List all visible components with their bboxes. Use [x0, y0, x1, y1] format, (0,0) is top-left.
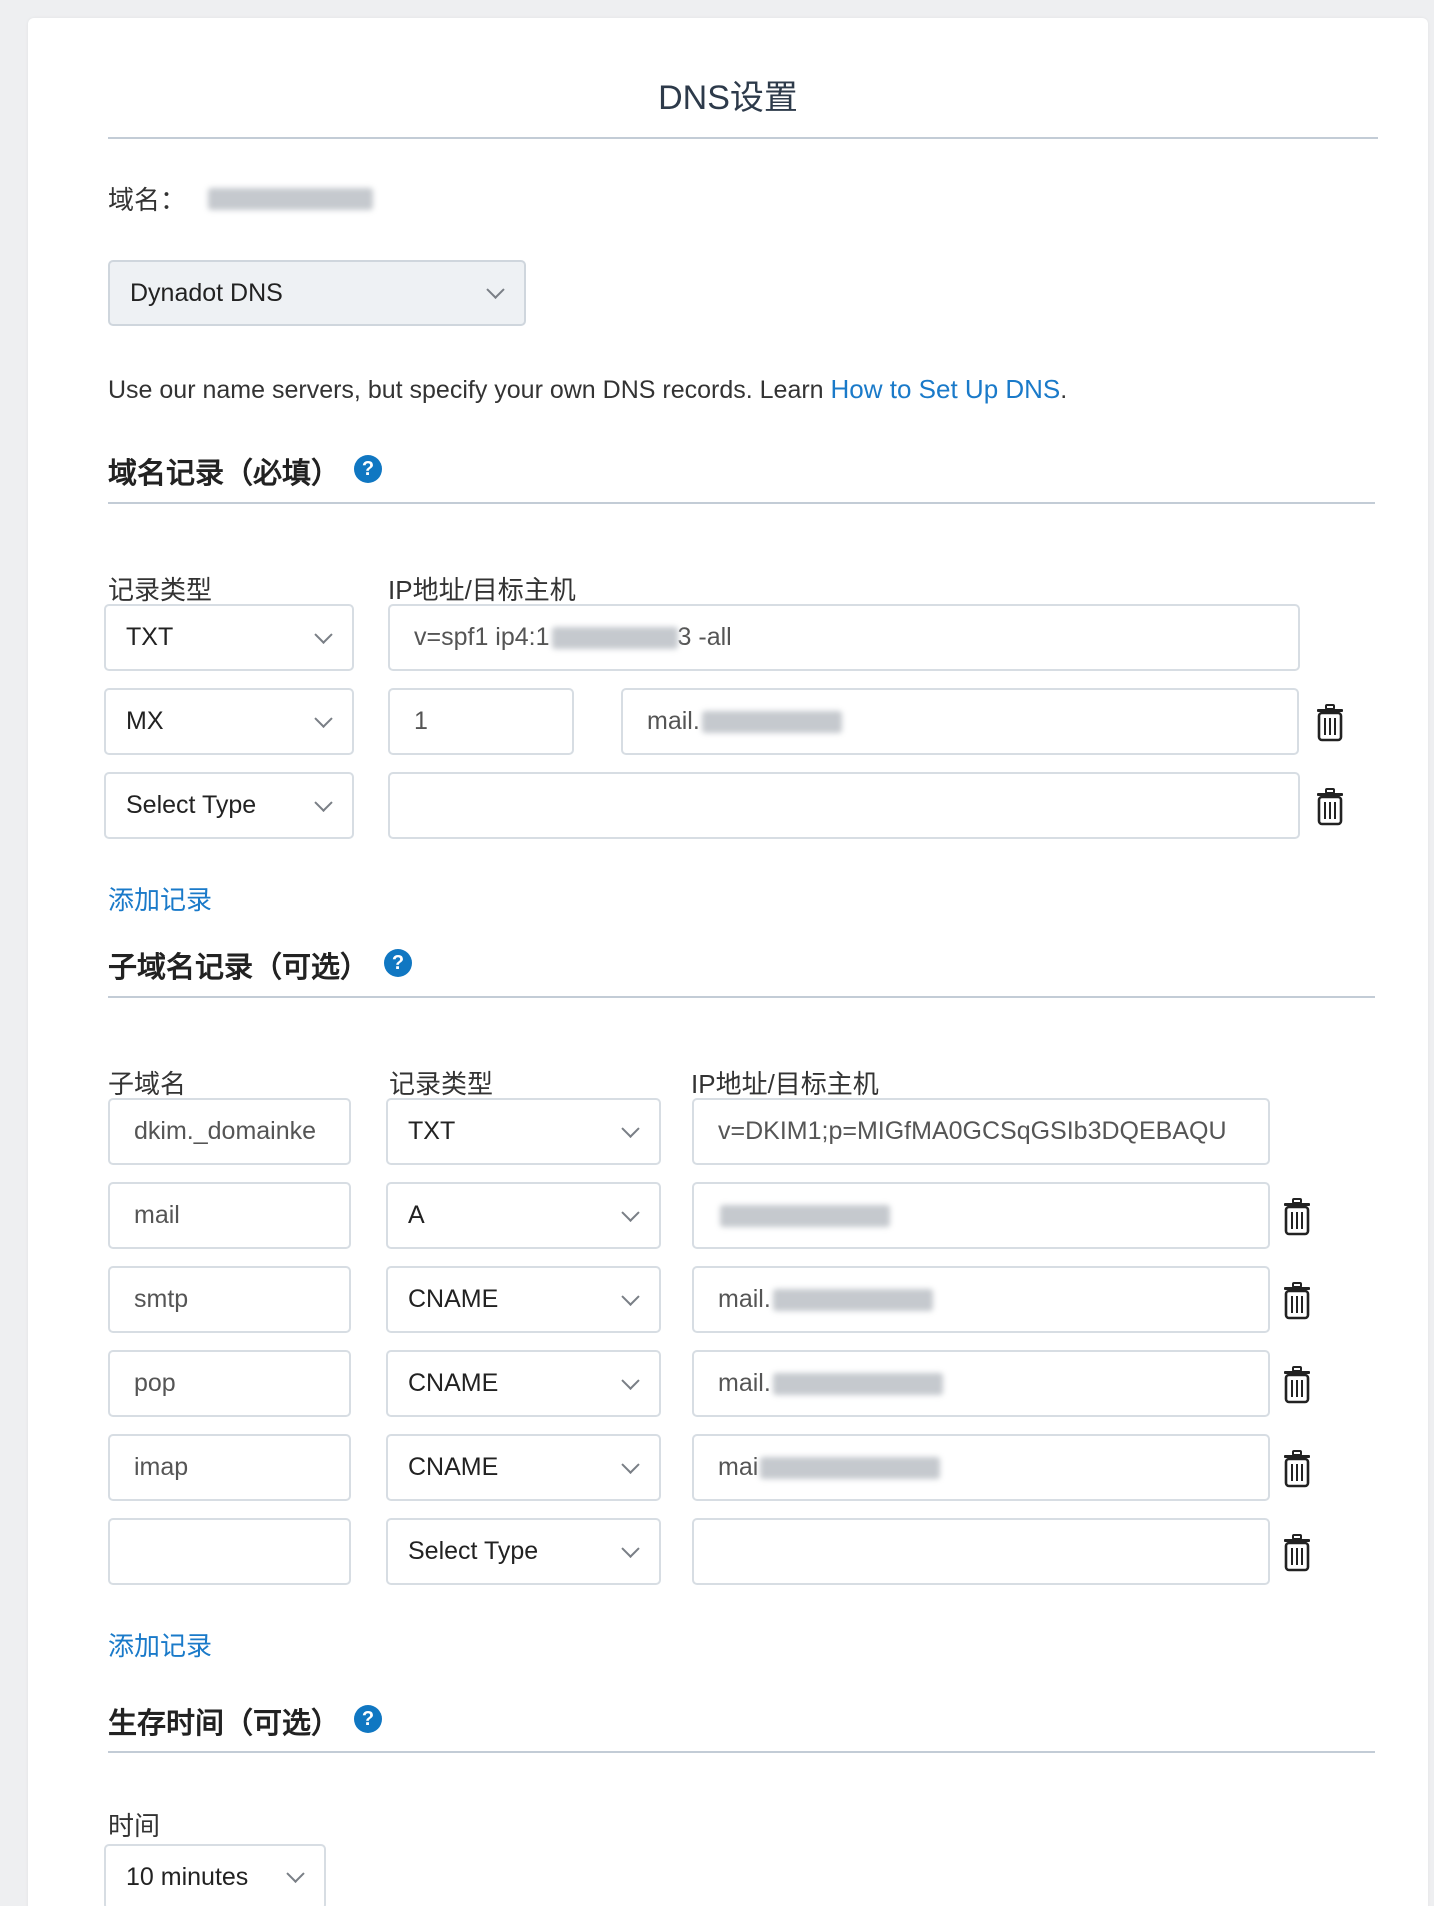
trash-icon[interactable]: [1314, 704, 1346, 747]
col-subdomain: 子域名: [108, 1069, 187, 1099]
description-text: Use our name servers, but specify your o…: [108, 376, 831, 404]
subdomain-input[interactable]: [108, 1518, 351, 1585]
ttl-heading: 生存时间（可选）: [108, 1708, 341, 1740]
add-domain-record-link[interactable]: 添加记录: [108, 880, 212, 917]
mx-priority-input[interactable]: 1: [388, 688, 574, 755]
description-end: .: [1060, 376, 1068, 404]
subdomain-value: dkim._domainke: [134, 1117, 317, 1145]
record-type-value: CNAME: [408, 1369, 499, 1397]
chevron-down-icon: [621, 1539, 640, 1558]
target-value-prefix: v=spf1 ip4:1: [414, 623, 550, 651]
subdomain-value: mail: [134, 1201, 180, 1229]
chevron-down-icon: [621, 1119, 640, 1138]
ttl-select[interactable]: 10 minutes: [104, 1844, 326, 1906]
target-input[interactable]: mail.: [692, 1266, 1270, 1333]
record-type-value: A: [408, 1201, 425, 1229]
domain-records-divider: [108, 502, 1375, 504]
dns-settings-card: DNS设置 域名： Dynadot DNS Use our name serve…: [28, 18, 1428, 1906]
chevron-down-icon: [314, 625, 333, 644]
col-record-type: 记录类型: [389, 1069, 494, 1099]
record-type-value: TXT: [408, 1117, 456, 1145]
help-icon[interactable]: ?: [354, 1705, 382, 1733]
target-value-suffix: 3 -all: [677, 623, 732, 651]
trash-icon[interactable]: [1281, 1534, 1313, 1577]
trash-icon[interactable]: [1281, 1366, 1313, 1409]
target-input[interactable]: [692, 1518, 1270, 1585]
col-record-type: 记录类型: [108, 575, 213, 605]
subdomain-records-heading: 子域名记录（可选）: [108, 952, 370, 984]
col-target: IP地址/目标主机: [691, 1069, 879, 1099]
target-value: mail.: [718, 1285, 771, 1313]
chevron-down-icon: [621, 1455, 640, 1474]
subdomain-records-divider: [108, 996, 1375, 998]
subdomain-input[interactable]: smtp: [108, 1266, 351, 1333]
record-type-value: Select Type: [126, 791, 257, 819]
record-type-select[interactable]: Select Type: [104, 772, 354, 839]
mx-priority-value: 1: [414, 707, 428, 735]
chevron-down-icon: [314, 709, 333, 728]
record-type-select[interactable]: CNAME: [386, 1350, 661, 1417]
ttl-label: 时间: [108, 1811, 161, 1841]
record-type-select[interactable]: TXT: [386, 1098, 661, 1165]
subdomain-value: imap: [134, 1453, 189, 1481]
record-type-select[interactable]: CNAME: [386, 1434, 661, 1501]
chevron-down-icon: [621, 1287, 640, 1306]
help-icon[interactable]: ?: [354, 455, 382, 483]
subdomain-input[interactable]: pop: [108, 1350, 351, 1417]
title-divider: [108, 137, 1378, 139]
chevron-down-icon: [314, 793, 333, 812]
domain-value-redacted: [206, 188, 373, 210]
record-type-value: CNAME: [408, 1285, 499, 1313]
target-input[interactable]: [388, 772, 1300, 839]
target-input[interactable]: v=spf1 ip4:1 3 -all: [388, 604, 1300, 671]
ttl-divider: [108, 1751, 1375, 1753]
trash-icon[interactable]: [1314, 788, 1346, 831]
target-value: mail.: [718, 1369, 771, 1397]
record-type-select[interactable]: Select Type: [386, 1518, 661, 1585]
nameserver-select-value: Dynadot DNS: [130, 278, 283, 307]
trash-icon[interactable]: [1281, 1198, 1313, 1241]
record-type-value: TXT: [126, 623, 174, 651]
nameserver-select[interactable]: Dynadot DNS: [108, 260, 526, 326]
target-input[interactable]: mail.: [692, 1350, 1270, 1417]
record-type-value: MX: [126, 707, 164, 735]
col-target: IP地址/目标主机: [388, 575, 576, 605]
subdomain-input[interactable]: imap: [108, 1434, 351, 1501]
page-title: DNS设置: [658, 79, 798, 117]
subdomain-input[interactable]: mail: [108, 1182, 351, 1249]
record-type-select[interactable]: CNAME: [386, 1266, 661, 1333]
chevron-down-icon: [286, 1864, 305, 1883]
target-input[interactable]: mail.: [621, 688, 1299, 755]
target-value: mail.: [647, 707, 700, 735]
target-input[interactable]: mai: [692, 1434, 1270, 1501]
chevron-down-icon: [621, 1203, 640, 1222]
chevron-down-icon: [621, 1371, 640, 1390]
target-value: mai: [718, 1453, 759, 1481]
help-icon[interactable]: ?: [384, 949, 412, 977]
ttl-select-value: 10 minutes: [126, 1862, 249, 1891]
record-type-select[interactable]: MX: [104, 688, 354, 755]
how-to-setup-dns-link[interactable]: How to Set Up DNS: [831, 374, 1061, 404]
domain-label: 域名：: [108, 185, 187, 215]
record-type-select[interactable]: TXT: [104, 604, 354, 671]
target-input[interactable]: [692, 1182, 1270, 1249]
description: Use our name servers, but specify your o…: [108, 374, 1067, 405]
trash-icon[interactable]: [1281, 1282, 1313, 1325]
chevron-down-icon: [486, 280, 505, 299]
target-value: v=DKIM1;p=MIGfMA0GCSqGSIb3DQEBAQU: [718, 1117, 1227, 1145]
target-input[interactable]: v=DKIM1;p=MIGfMA0GCSqGSIb3DQEBAQU: [692, 1098, 1270, 1165]
record-type-select[interactable]: A: [386, 1182, 661, 1249]
subdomain-value: smtp: [134, 1285, 189, 1313]
record-type-value: CNAME: [408, 1453, 499, 1481]
add-subdomain-record-link[interactable]: 添加记录: [108, 1626, 212, 1663]
domain-records-heading: 域名记录（必填）: [108, 458, 341, 490]
subdomain-input[interactable]: dkim._domainke: [108, 1098, 351, 1165]
trash-icon[interactable]: [1281, 1450, 1313, 1493]
subdomain-value: pop: [134, 1369, 176, 1397]
record-type-value: Select Type: [408, 1537, 539, 1565]
